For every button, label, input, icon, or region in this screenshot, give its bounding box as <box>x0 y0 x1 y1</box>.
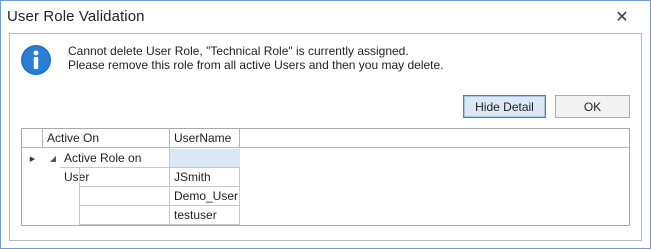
dialog-body: Cannot delete User Role, "Technical Role… <box>9 33 642 241</box>
message-text: Cannot delete User Role, "Technical Role… <box>68 44 444 72</box>
row-username-cell[interactable]: testuser <box>170 206 240 225</box>
grid-header-indicator <box>22 129 43 148</box>
grid-group-row[interactable]: ▶ ◢ Active Role on User <box>22 149 629 184</box>
table-row[interactable]: Demo_User <box>22 187 629 206</box>
row-indicator-icon: ▶ <box>29 155 36 163</box>
message-line-2: Please remove this role from all active … <box>68 58 444 72</box>
collapse-icon[interactable]: ◢ <box>46 149 60 168</box>
table-row[interactable]: testuser <box>22 206 629 225</box>
close-button[interactable]: ✕ <box>611 7 633 27</box>
info-icon <box>21 45 51 75</box>
grid-header: Active On UserName <box>22 129 629 148</box>
group-row-username[interactable] <box>170 149 240 168</box>
row-active-on-cell <box>79 187 170 206</box>
row-username-cell[interactable]: Demo_User <box>170 187 240 206</box>
hide-detail-button[interactable]: Hide Detail <box>463 95 546 118</box>
dialog-window: User Role Validation ✕ Cannot delete Use… <box>0 0 651 249</box>
close-icon: ✕ <box>615 9 629 26</box>
row-active-on-cell <box>79 206 170 225</box>
row-username-cell[interactable]: JSmith <box>170 168 240 187</box>
ok-button[interactable]: OK <box>555 95 630 118</box>
title-bar[interactable]: User Role Validation ✕ <box>1 1 650 33</box>
row-active-on-cell <box>79 168 170 187</box>
column-header-username[interactable]: UserName <box>170 129 240 148</box>
group-row-label: Active Role on User <box>60 149 170 184</box>
table-row[interactable]: JSmith <box>22 168 629 187</box>
message-line-1: Cannot delete User Role, "Technical Role… <box>68 44 409 58</box>
column-header-active-on[interactable]: Active On <box>43 129 170 148</box>
detail-grid: Active On UserName ▶ ◢ Active Role on Us… <box>21 128 630 226</box>
window-title: User Role Validation <box>7 8 145 25</box>
